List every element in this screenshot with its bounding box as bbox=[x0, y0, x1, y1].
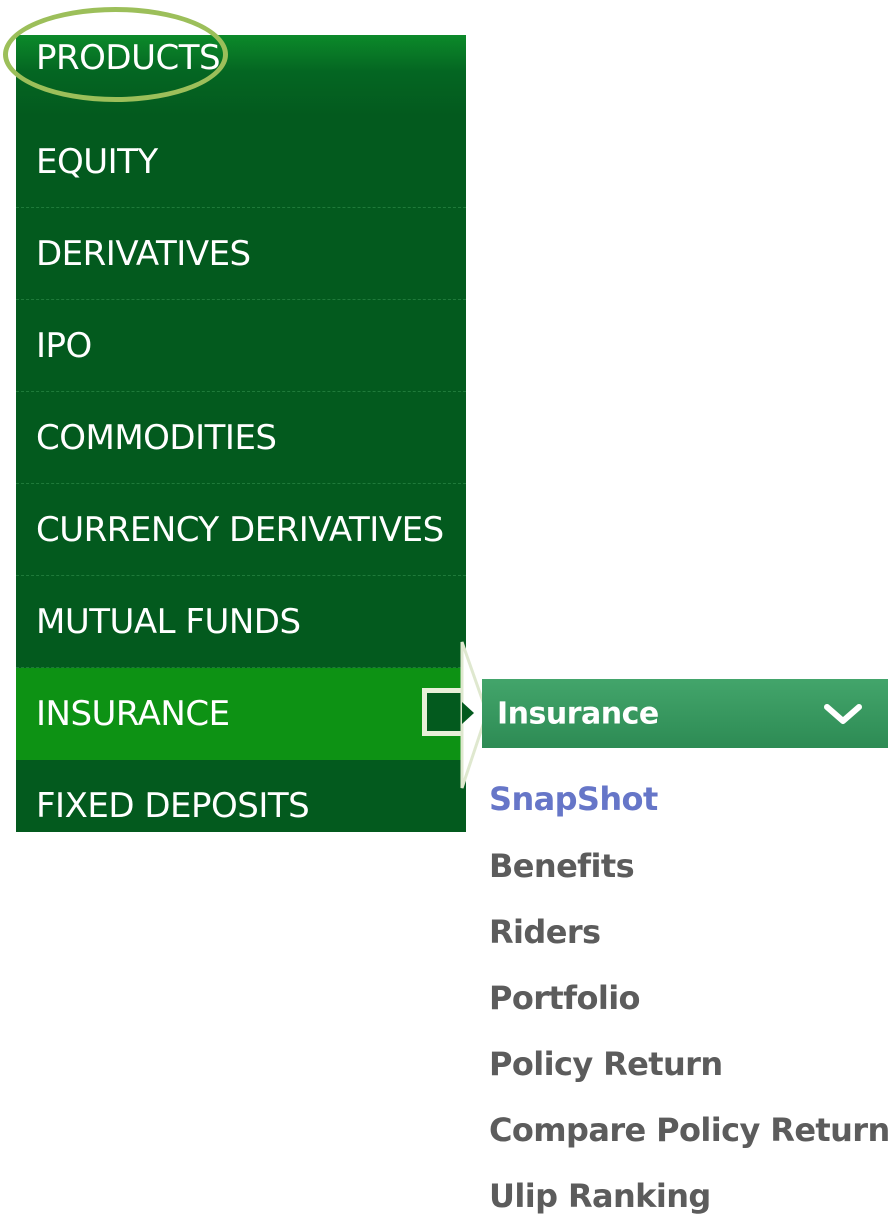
submenu-link-compare-policy-return[interactable]: Compare Policy Return bbox=[489, 1110, 888, 1150]
menu-item-label: INSURANCE bbox=[36, 694, 230, 734]
submenu-link-snapshot[interactable]: SnapShot bbox=[489, 779, 658, 819]
menu-item-insurance[interactable]: INSURANCE bbox=[16, 668, 470, 760]
menu-header[interactable]: PRODUCTS bbox=[16, 35, 466, 116]
submenu-link-portfolio[interactable]: Portfolio bbox=[489, 978, 641, 1018]
submenu-title: Insurance bbox=[497, 696, 659, 731]
menu-item-label: FIXED DEPOSITS bbox=[36, 786, 310, 826]
menu-item-label: MUTUAL FUNDS bbox=[36, 601, 301, 642]
menu-item-equity[interactable]: EQUITY bbox=[16, 116, 466, 208]
products-menu: PRODUCTS EQUITY DERIVATIVES IPO COMMODIT… bbox=[3, 7, 470, 832]
menu-header-label: PRODUCTS bbox=[36, 38, 221, 78]
menu-item-label: EQUITY bbox=[36, 141, 158, 182]
menu-item-derivatives[interactable]: DERIVATIVES bbox=[16, 208, 466, 300]
menu-item-label: COMMODITIES bbox=[36, 417, 277, 458]
menu-item-label: DERIVATIVES bbox=[36, 233, 251, 274]
menu-item-currency-derivatives[interactable]: CURRENCY DERIVATIVES bbox=[16, 484, 466, 576]
menu-item-fixed-deposits[interactable]: FIXED DEPOSITS bbox=[16, 760, 466, 852]
submenu-header[interactable]: Insurance bbox=[482, 679, 888, 748]
chevron-down-icon[interactable] bbox=[823, 699, 863, 729]
menu-item-commodities[interactable]: COMMODITIES bbox=[16, 392, 466, 484]
menu-item-label: IPO bbox=[36, 325, 92, 366]
menu-item-mutual-funds[interactable]: MUTUAL FUNDS bbox=[16, 576, 466, 668]
menu-item-label: CURRENCY DERIVATIVES bbox=[36, 509, 444, 550]
submenu-link-riders[interactable]: Riders bbox=[489, 912, 601, 952]
menu-item-ipo[interactable]: IPO bbox=[16, 300, 466, 392]
submenu-link-ulip-ranking[interactable]: Ulip Ranking bbox=[489, 1176, 711, 1216]
submenu-link-policy-return[interactable]: Policy Return bbox=[489, 1044, 723, 1084]
submenu-link-benefits[interactable]: Benefits bbox=[489, 846, 635, 886]
